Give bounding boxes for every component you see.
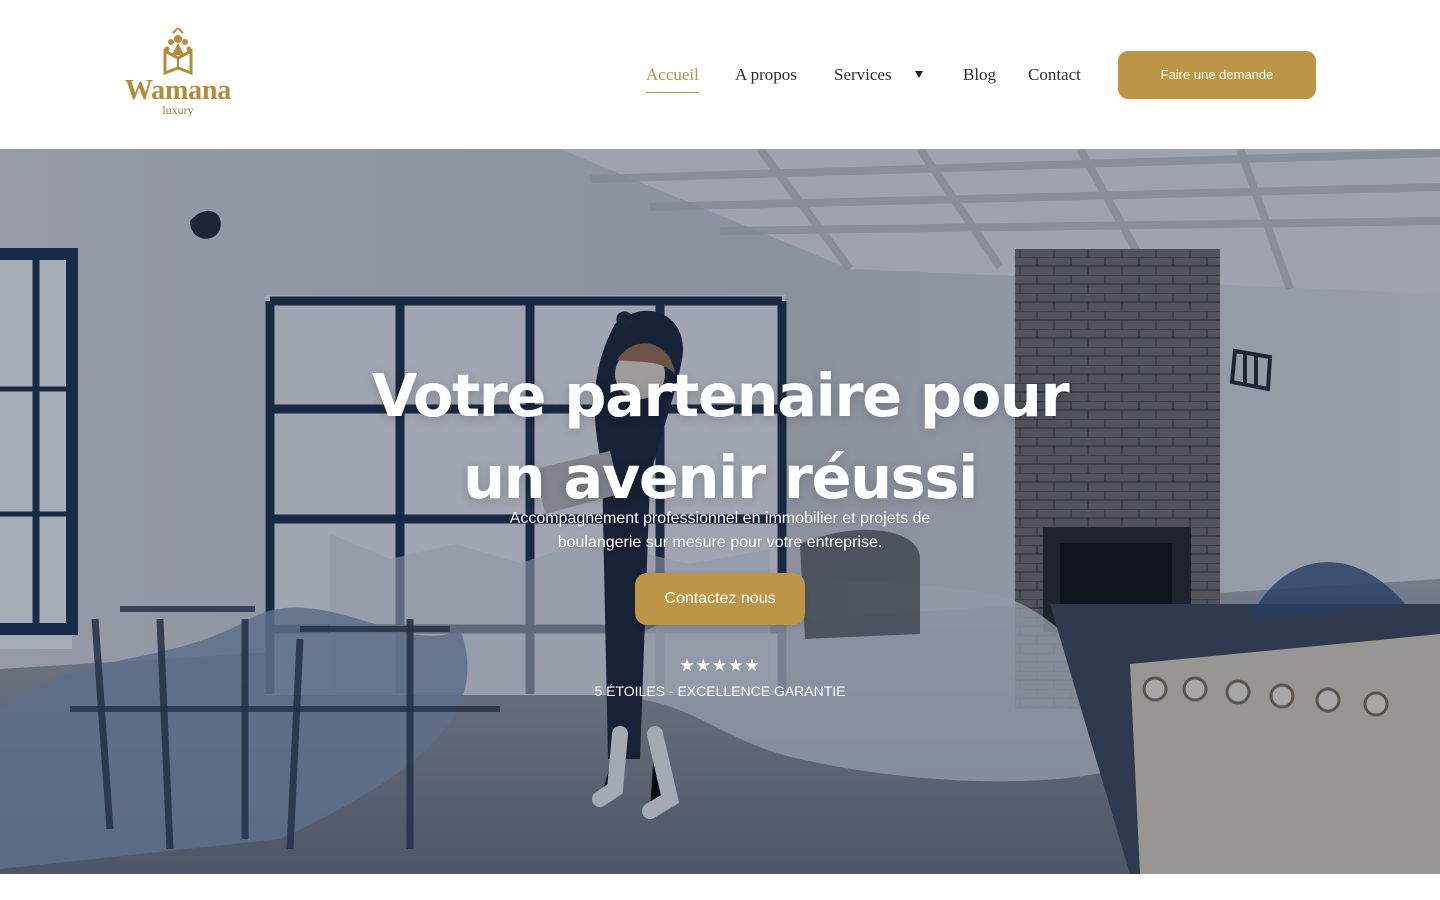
nav-link-a-propos[interactable]: A propos bbox=[735, 62, 797, 92]
contact-button[interactable]: Contactez nous bbox=[635, 573, 805, 625]
wamana-logo[interactable]: Wamana luxury bbox=[121, 28, 235, 120]
nav-link-services[interactable]: Services bbox=[834, 62, 892, 92]
site-header: Wamana luxury Accueil A propos Services … bbox=[0, 0, 1440, 149]
crown-book-icon bbox=[163, 28, 193, 76]
hero-subtitle-line-2: boulangerie sur mesure pour votre entrep… bbox=[557, 534, 883, 551]
hero-title: Votre partenaire pour un avenir réussi bbox=[360, 355, 1080, 519]
five-star-rating: ★★★★★ bbox=[679, 656, 761, 675]
hero-subtitle: Accompagnement professionnel en immobili… bbox=[470, 507, 970, 555]
request-button[interactable]: Faire une demande bbox=[1118, 51, 1316, 99]
nav-link-blog[interactable]: Blog bbox=[963, 62, 996, 92]
nav-link-contact[interactable]: Contact bbox=[1028, 62, 1081, 92]
hero-section: Votre partenaire pour un avenir réussi A… bbox=[0, 149, 1440, 874]
brand-subtitle: luxury bbox=[162, 103, 194, 117]
chevron-down-icon[interactable] bbox=[915, 71, 923, 78]
rating-label: 5 ÉTOILES - EXCELLENCE GARANTIE bbox=[594, 683, 846, 699]
hero-subtitle-line-1: Accompagnement professionnel en immobili… bbox=[509, 510, 931, 527]
hero-title-line-2: un avenir réussi bbox=[463, 442, 978, 512]
hero-title-line-1: Votre partenaire pour bbox=[371, 360, 1070, 430]
nav-link-accueil[interactable]: Accueil bbox=[646, 62, 699, 93]
